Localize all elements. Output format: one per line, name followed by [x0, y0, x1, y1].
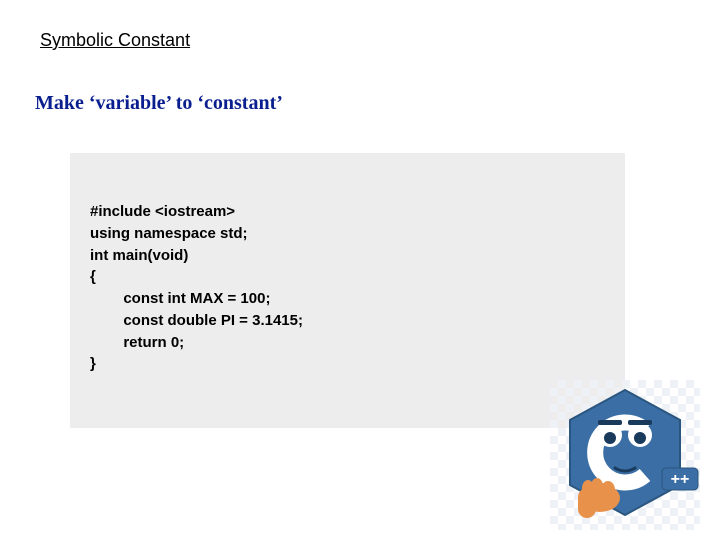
page-title: Symbolic Constant: [40, 30, 190, 51]
cpp-mascot-icon: ++: [550, 380, 700, 530]
code-text: #include <iostream> using namespace std;…: [90, 201, 605, 375]
mascot-label: ++: [671, 471, 690, 488]
subtitle: Make ‘variable’ to ‘constant’: [35, 92, 283, 115]
code-block: #include <iostream> using namespace std;…: [70, 153, 625, 428]
